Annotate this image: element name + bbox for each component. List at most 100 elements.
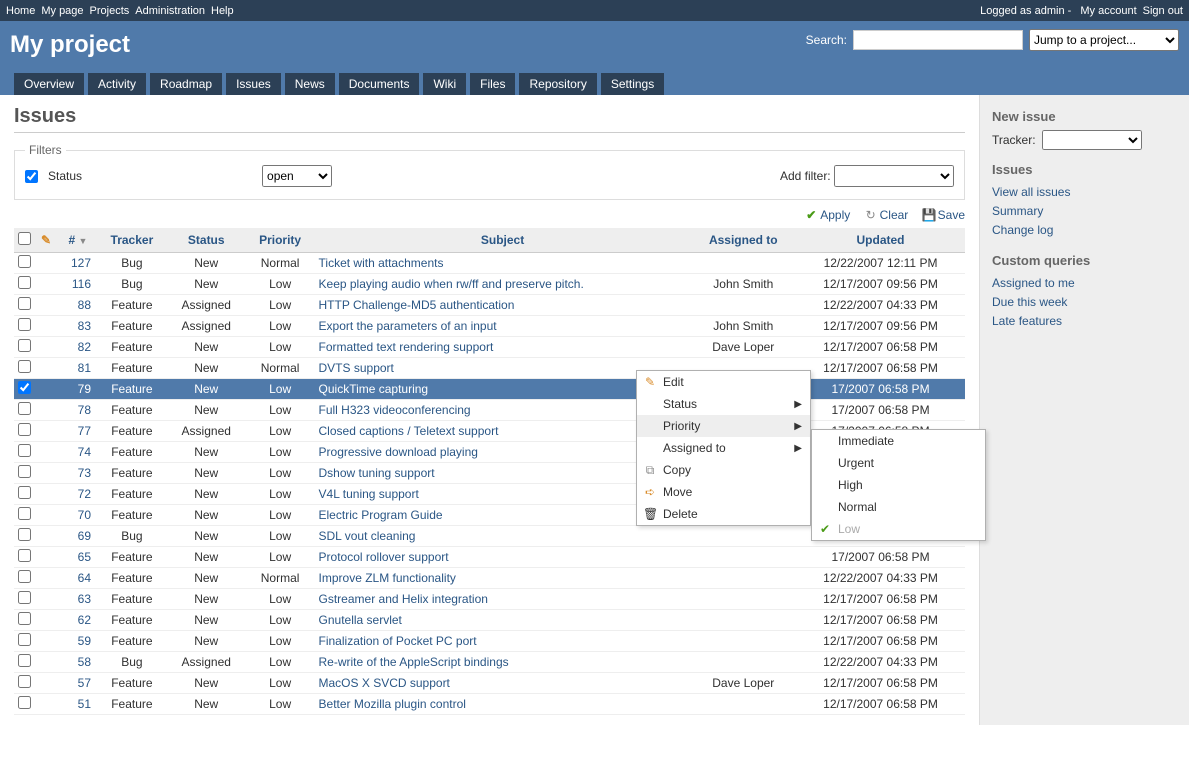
- issue-id-link[interactable]: 81: [78, 361, 91, 375]
- col-checkbox[interactable]: [14, 228, 35, 253]
- filter-status-operator[interactable]: open: [262, 165, 332, 187]
- issue-subject-link[interactable]: Re-write of the AppleScript bindings: [319, 655, 509, 669]
- sidebar-link-view-all-issues[interactable]: View all issues: [992, 183, 1177, 202]
- search-input[interactable]: [853, 30, 1023, 50]
- row-checkbox[interactable]: [18, 360, 31, 373]
- issue-subject-link[interactable]: Progressive download playing: [319, 445, 478, 459]
- top-menu-my-account[interactable]: My account: [1080, 5, 1136, 17]
- tab-activity[interactable]: Activity: [88, 73, 146, 95]
- top-menu-home[interactable]: Home: [6, 5, 35, 17]
- issue-subject-link[interactable]: Finalization of Pocket PC port: [319, 634, 477, 648]
- ctx-status[interactable]: Status▶: [637, 393, 810, 415]
- row-checkbox[interactable]: [18, 570, 31, 583]
- issue-subject-link[interactable]: Improve ZLM functionality: [319, 571, 456, 585]
- tab-repository[interactable]: Repository: [519, 73, 596, 95]
- row-checkbox[interactable]: [18, 654, 31, 667]
- issue-subject-link[interactable]: SDL vout cleaning: [319, 529, 416, 543]
- col-updated[interactable]: Updated: [796, 228, 965, 253]
- row-checkbox[interactable]: [18, 444, 31, 457]
- row-checkbox[interactable]: [18, 255, 31, 268]
- ctx-move[interactable]: ➪Move: [637, 481, 810, 503]
- table-row[interactable]: 79FeatureNewLowQuickTime capturing17/200…: [14, 379, 965, 400]
- issue-subject-link[interactable]: Gstreamer and Helix integration: [319, 592, 488, 606]
- tab-overview[interactable]: Overview: [14, 73, 84, 95]
- issue-subject-link[interactable]: Closed captions / Teletext support: [319, 424, 499, 438]
- table-row[interactable]: 83FeatureAssignedLowExport the parameter…: [14, 316, 965, 337]
- ctx-copy[interactable]: ⧉Copy: [637, 459, 810, 481]
- table-row[interactable]: 127BugNewNormalTicket with attachments12…: [14, 253, 965, 274]
- tab-news[interactable]: News: [285, 73, 335, 95]
- issue-subject-link[interactable]: Keep playing audio when rw/ff and preser…: [319, 277, 584, 291]
- sidebar-query-assigned-to-me[interactable]: Assigned to me: [992, 274, 1177, 293]
- issue-subject-link[interactable]: Gnutella servlet: [319, 613, 402, 627]
- table-row[interactable]: 57FeatureNewLowMacOS X SVCD supportDave …: [14, 673, 965, 694]
- issue-subject-link[interactable]: Electric Program Guide: [319, 508, 443, 522]
- context-menu[interactable]: ✎EditStatus▶Priority▶Assigned to▶⧉Copy➪M…: [636, 370, 811, 526]
- issue-id-link[interactable]: 116: [72, 277, 91, 291]
- issue-subject-link[interactable]: Protocol rollover support: [319, 550, 449, 564]
- top-menu-help[interactable]: Help: [211, 5, 234, 17]
- table-row[interactable]: 78FeatureNewLowFull H323 videoconferenci…: [14, 400, 965, 421]
- sidebar-query-late-features[interactable]: Late features: [992, 312, 1177, 331]
- issue-subject-link[interactable]: Export the parameters of an input: [319, 319, 497, 333]
- table-row[interactable]: 62FeatureNewLowGnutella servlet12/17/200…: [14, 610, 965, 631]
- row-checkbox[interactable]: [18, 633, 31, 646]
- issue-id-link[interactable]: 69: [78, 529, 91, 543]
- filter-status-checkbox[interactable]: [25, 170, 38, 183]
- table-row[interactable]: 81FeatureNewNormalDVTS support12/17/2007…: [14, 358, 965, 379]
- save-link[interactable]: 💾Save: [922, 208, 965, 222]
- col-subject[interactable]: Subject: [315, 228, 691, 253]
- ctx-priority-low[interactable]: ✔Low: [812, 518, 985, 540]
- row-checkbox[interactable]: [18, 297, 31, 310]
- issue-id-link[interactable]: 58: [78, 655, 91, 669]
- sidebar-link-summary[interactable]: Summary: [992, 202, 1177, 221]
- tab-files[interactable]: Files: [470, 73, 515, 95]
- tab-documents[interactable]: Documents: [339, 73, 420, 95]
- issue-id-link[interactable]: 51: [78, 697, 91, 711]
- clear-link[interactable]: ↻Clear: [864, 208, 909, 222]
- sidebar-link-change-log[interactable]: Change log: [992, 221, 1177, 240]
- table-row[interactable]: 88FeatureAssignedLowHTTP Challenge-MD5 a…: [14, 295, 965, 316]
- issue-id-link[interactable]: 74: [78, 445, 91, 459]
- issue-id-link[interactable]: 73: [78, 466, 91, 480]
- ctx-priority-normal[interactable]: Normal: [812, 496, 985, 518]
- top-menu-sign-out[interactable]: Sign out: [1143, 5, 1183, 17]
- row-checkbox[interactable]: [18, 423, 31, 436]
- row-checkbox[interactable]: [18, 507, 31, 520]
- row-checkbox[interactable]: [18, 318, 31, 331]
- issue-subject-link[interactable]: HTTP Challenge-MD5 authentication: [319, 298, 515, 312]
- tab-roadmap[interactable]: Roadmap: [150, 73, 222, 95]
- row-checkbox[interactable]: [18, 486, 31, 499]
- row-checkbox[interactable]: [18, 528, 31, 541]
- issue-subject-link[interactable]: Full H323 videoconferencing: [319, 403, 471, 417]
- table-row[interactable]: 116BugNewLowKeep playing audio when rw/f…: [14, 274, 965, 295]
- select-all-checkbox[interactable]: [18, 232, 31, 245]
- row-checkbox[interactable]: [18, 402, 31, 415]
- context-submenu-priority[interactable]: ImmediateUrgentHighNormal✔Low: [811, 429, 986, 541]
- issue-id-link[interactable]: 65: [78, 550, 91, 564]
- issue-id-link[interactable]: 79: [78, 382, 91, 396]
- tab-wiki[interactable]: Wiki: [423, 73, 466, 95]
- col-priority[interactable]: Priority: [246, 228, 315, 253]
- tracker-select[interactable]: [1042, 130, 1142, 150]
- ctx-priority-high[interactable]: High: [812, 474, 985, 496]
- row-checkbox[interactable]: [18, 675, 31, 688]
- table-row[interactable]: 58BugAssignedLowRe-write of the AppleScr…: [14, 652, 965, 673]
- issue-subject-link[interactable]: DVTS support: [319, 361, 394, 375]
- issue-id-link[interactable]: 64: [78, 571, 91, 585]
- issue-subject-link[interactable]: Better Mozilla plugin control: [319, 697, 466, 711]
- row-checkbox[interactable]: [18, 276, 31, 289]
- table-row[interactable]: 63FeatureNewLowGstreamer and Helix integ…: [14, 589, 965, 610]
- row-checkbox[interactable]: [18, 696, 31, 709]
- table-row[interactable]: 59FeatureNewLowFinalization of Pocket PC…: [14, 631, 965, 652]
- issue-id-link[interactable]: 83: [78, 319, 91, 333]
- ctx-priority-urgent[interactable]: Urgent: [812, 452, 985, 474]
- add-filter-select[interactable]: [834, 165, 954, 187]
- tab-issues[interactable]: Issues: [226, 73, 281, 95]
- top-menu-my-page[interactable]: My page: [41, 5, 83, 17]
- issue-id-link[interactable]: 70: [78, 508, 91, 522]
- issue-id-link[interactable]: 88: [78, 298, 91, 312]
- issue-subject-link[interactable]: Dshow tuning support: [319, 466, 435, 480]
- issue-subject-link[interactable]: Formatted text rendering support: [319, 340, 494, 354]
- issue-subject-link[interactable]: QuickTime capturing: [319, 382, 429, 396]
